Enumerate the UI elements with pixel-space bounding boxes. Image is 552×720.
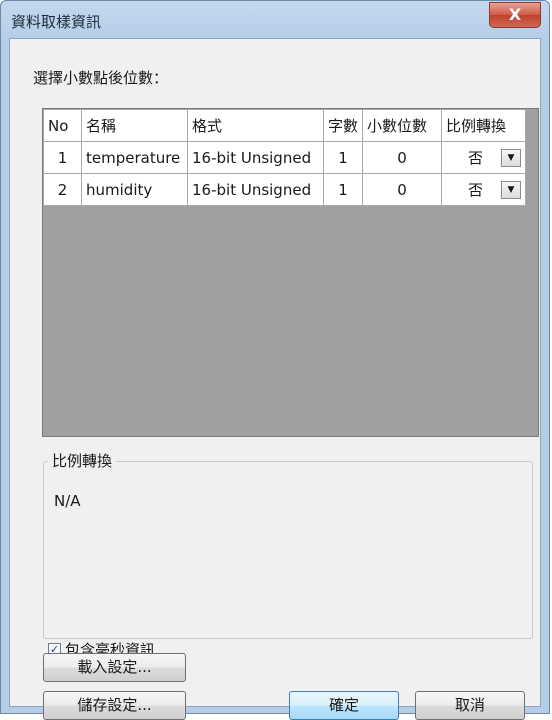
cell-format[interactable]: 16-bit Unsigned <box>187 173 324 206</box>
dialog-window: 資料取樣資訊 X 選擇小數點後位數： No 名稱 格式 字數 小數位數 比例轉換… <box>0 0 550 720</box>
header-ratio[interactable]: 比例轉換 <box>441 109 527 142</box>
ratio-group-legend: 比例轉換 <box>48 450 117 471</box>
ratio-group-value: N/A <box>54 492 81 510</box>
data-table: No 名稱 格式 字數 小數位數 比例轉換 1 temperature 16-b… <box>43 109 527 206</box>
cell-ratio[interactable]: 否 ▼ <box>441 141 527 174</box>
header-no[interactable]: No <box>43 109 82 142</box>
cell-words[interactable]: 1 <box>322 141 364 174</box>
cell-format[interactable]: 16-bit Unsigned <box>187 141 324 174</box>
title-bar[interactable]: 資料取樣資訊 X <box>1 1 549 41</box>
cell-ratio[interactable]: 否 ▼ <box>441 173 527 206</box>
cell-no: 1 <box>43 141 82 174</box>
cell-no: 2 <box>43 173 82 206</box>
ratio-groupbox: 比例轉換 N/A <box>43 450 533 639</box>
header-decimals[interactable]: 小數位數 <box>362 109 443 142</box>
cell-name[interactable]: humidity <box>81 173 188 206</box>
data-grid[interactable]: No 名稱 格式 字數 小數位數 比例轉換 1 temperature 16-b… <box>42 108 539 437</box>
close-button[interactable]: X <box>489 2 541 28</box>
table-header-row: No 名稱 格式 字數 小數位數 比例轉換 <box>43 109 527 142</box>
ratio-value: 否 <box>468 149 484 167</box>
header-format[interactable]: 格式 <box>187 109 324 142</box>
table-row[interactable]: 2 humidity 16-bit Unsigned 1 0 否 ▼ <box>43 173 527 206</box>
chevron-down-icon[interactable]: ▼ <box>501 180 522 199</box>
load-settings-button[interactable]: 載入設定... <box>43 653 186 682</box>
cell-name[interactable]: temperature <box>81 141 188 174</box>
cell-decimals[interactable]: 0 <box>362 141 443 174</box>
cell-decimals[interactable]: 0 <box>362 173 443 206</box>
close-icon: X <box>508 5 522 24</box>
header-name[interactable]: 名稱 <box>81 109 188 142</box>
decimal-section-label: 選擇小數點後位數： <box>33 69 169 87</box>
ratio-value: 否 <box>468 181 484 199</box>
dialog-client-area: 選擇小數點後位數： No 名稱 格式 字數 小數位數 比例轉換 1 temper… <box>9 38 541 720</box>
header-words[interactable]: 字數 <box>322 109 364 142</box>
cell-words[interactable]: 1 <box>322 173 364 206</box>
window-title: 資料取樣資訊 <box>11 13 102 31</box>
table-row[interactable]: 1 temperature 16-bit Unsigned 1 0 否 ▼ <box>43 141 527 174</box>
chevron-down-icon[interactable]: ▼ <box>501 148 522 167</box>
